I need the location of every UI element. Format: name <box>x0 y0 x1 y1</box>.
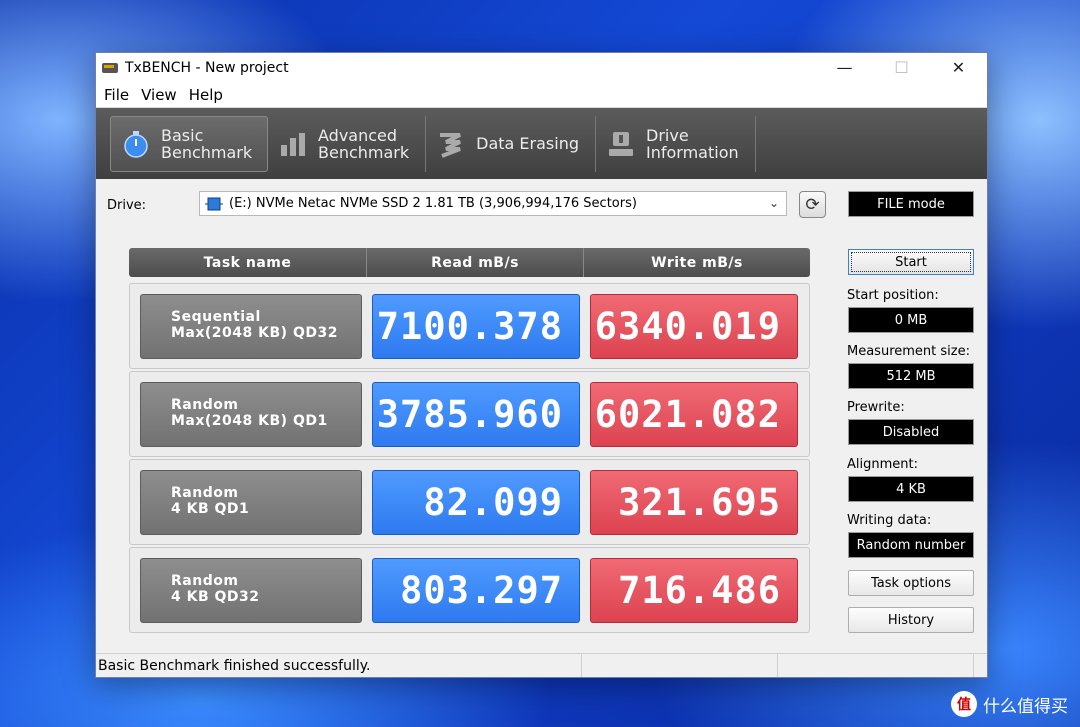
task-name-line1: Random <box>171 573 239 589</box>
read-value: 7100.378 <box>372 294 580 359</box>
chevron-down-icon: ⌄ <box>768 196 779 210</box>
header-read: Read mB/s <box>367 248 584 277</box>
tab-drive-information[interactable]: Drive Information <box>596 115 756 172</box>
app-window: TxBENCH - New project — ☐ ✕ File View He… <box>95 52 988 678</box>
app-icon <box>101 59 119 77</box>
drive-select[interactable]: (E:) NVMe Netac NVMe SSD 2 1.81 TB (3,90… <box>199 191 787 216</box>
header-task-name: Task name <box>129 248 367 277</box>
task-name-line2: Max(2048 KB) QD32 <box>171 325 338 341</box>
history-button[interactable]: History <box>848 607 974 633</box>
task-name-line1: Random <box>171 485 239 501</box>
write-value: 716.486 <box>590 558 798 623</box>
tab-advanced-label-1: Advanced <box>318 125 398 145</box>
status-segment <box>582 654 778 677</box>
writing-data-field[interactable]: Random number <box>848 532 974 558</box>
task-name-line2: 4 KB QD32 <box>171 589 260 605</box>
measurement-size-field[interactable]: 512 MB <box>848 363 974 389</box>
header-write: Write mB/s <box>651 254 743 271</box>
watermark-logo-icon: 值 <box>951 691 977 717</box>
refresh-icon: ⟳ <box>805 194 820 215</box>
status-segment <box>778 654 974 677</box>
status-bar: Basic Benchmark finished successfully. <box>96 653 987 677</box>
alignment-label: Alignment: <box>847 457 918 472</box>
measurement-size-label: Measurement size: <box>847 344 970 359</box>
watermark: 值 什么值得买 <box>951 691 1068 717</box>
write-value: 321.695 <box>590 470 798 535</box>
drive-select-value: (E:) NVMe Netac NVMe SSD 2 1.81 TB (3,90… <box>229 196 637 211</box>
results-header: Task name Read mB/s Write mB/s <box>129 248 810 277</box>
task-name-cell: Random 4 KB QD1 <box>140 470 362 535</box>
drive-icon <box>205 197 223 211</box>
tab-basic-label-1: Basic <box>161 125 204 145</box>
task-options-button[interactable]: Task options <box>848 570 974 596</box>
refresh-button[interactable]: ⟳ <box>799 191 826 218</box>
tab-advanced-label-2: Benchmark <box>318 142 410 162</box>
prewrite-label: Prewrite: <box>847 400 905 415</box>
tab-advanced-benchmark[interactable]: Advanced Benchmark <box>268 115 427 172</box>
result-row-sequential-qd32: Sequential Max(2048 KB) QD32 7100.378 634… <box>129 283 810 369</box>
tab-erasing-label: Data Erasing <box>476 134 579 153</box>
write-value: 6021.082 <box>590 382 798 447</box>
menu-help[interactable]: Help <box>183 86 229 104</box>
stopwatch-icon <box>121 129 151 159</box>
main-toolbar: Basic Benchmark Advanced Benchmark Data Er… <box>96 108 987 179</box>
prewrite-field[interactable]: Disabled <box>848 419 974 445</box>
start-position-label: Start position: <box>847 288 939 303</box>
task-name-cell: Sequential Max(2048 KB) QD32 <box>140 294 362 359</box>
drive-label: Drive: <box>107 198 147 213</box>
tab-drive-label-2: Information <box>646 142 739 162</box>
tab-basic-label-2: Benchmark <box>161 142 253 162</box>
task-name-cell: Random 4 KB QD32 <box>140 558 362 623</box>
tab-drive-label-1: Drive <box>646 125 689 145</box>
minimize-button[interactable]: — <box>816 53 873 82</box>
task-name-line2: 4 KB QD1 <box>171 501 250 517</box>
close-button[interactable]: ✕ <box>930 53 987 82</box>
task-name-line1: Sequential <box>171 309 261 325</box>
status-text: Basic Benchmark finished successfully. <box>96 654 582 677</box>
task-name-line1: Random <box>171 397 239 413</box>
task-name-line2: Max(2048 KB) QD1 <box>171 413 328 429</box>
writing-data-label: Writing data: <box>847 513 932 528</box>
menu-file[interactable]: File <box>98 86 135 104</box>
result-row-random-4k-qd32: Random 4 KB QD32 803.297 716.486 <box>129 547 810 633</box>
write-value: 6340.019 <box>590 294 798 359</box>
tab-basic-benchmark[interactable]: Basic Benchmark <box>110 115 268 172</box>
read-value: 803.297 <box>372 558 580 623</box>
tab-data-erasing[interactable]: Data Erasing <box>426 115 596 172</box>
menu-bar: File View Help <box>96 82 987 108</box>
result-row-random-qd1: Random Max(2048 KB) QD1 3785.960 6021.082 <box>129 371 810 457</box>
eraser-icon <box>436 129 466 159</box>
mode-indicator: FILE mode <box>848 191 974 217</box>
maximize-button[interactable]: ☐ <box>873 53 930 82</box>
read-value: 3785.960 <box>372 382 580 447</box>
main-content: Drive: (E:) NVMe Netac NVMe SSD 2 1.81 T… <box>96 179 987 651</box>
title-bar: TxBENCH - New project — ☐ ✕ <box>96 53 987 82</box>
result-row-random-4k-qd1: Random 4 KB QD1 82.099 321.695 <box>129 459 810 545</box>
start-position-field[interactable]: 0 MB <box>848 307 974 333</box>
drive-info-icon <box>606 129 636 159</box>
alignment-field[interactable]: 4 KB <box>848 476 974 502</box>
window-title: TxBENCH - New project <box>125 59 289 76</box>
watermark-text: 什么值得买 <box>983 696 1068 717</box>
menu-view[interactable]: View <box>135 86 183 104</box>
start-button[interactable]: Start <box>848 249 974 275</box>
read-value: 82.099 <box>372 470 580 535</box>
task-name-cell: Random Max(2048 KB) QD1 <box>140 382 362 447</box>
bar-chart-icon <box>278 129 308 159</box>
